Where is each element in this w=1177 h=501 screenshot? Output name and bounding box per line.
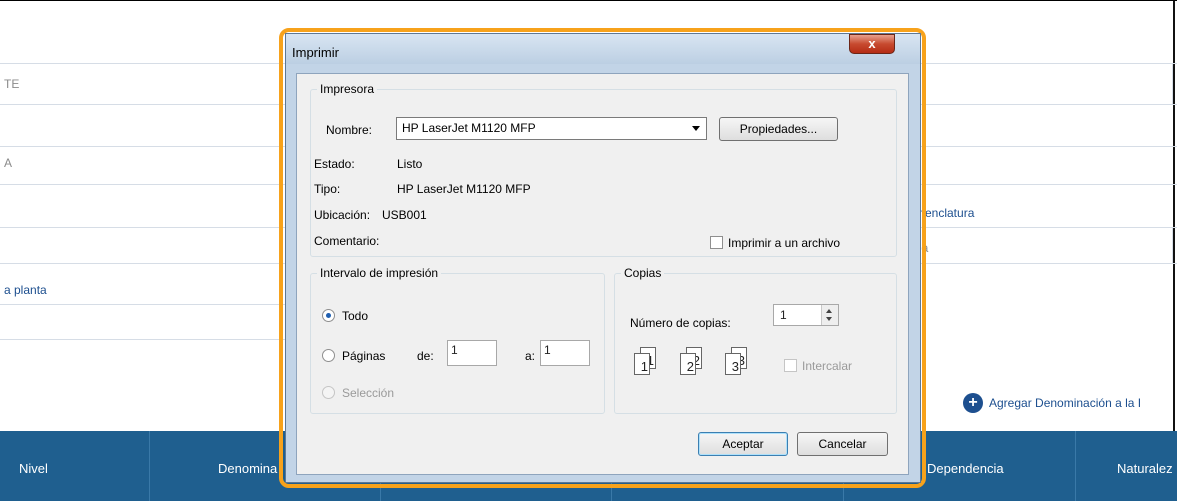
- add-denomination-label: Agregar Denominación a la I: [989, 396, 1142, 410]
- dialog-titlebar[interactable]: Imprimir x: [286, 34, 920, 64]
- range-pages-radio[interactable]: [322, 349, 335, 362]
- collate-page: 1: [634, 353, 650, 375]
- print-to-file-label[interactable]: Imprimir a un archivo: [728, 236, 840, 250]
- close-button[interactable]: x: [849, 34, 895, 54]
- print-to-file-checkbox[interactable]: [710, 236, 723, 249]
- copies-legend: Copias: [624, 266, 662, 280]
- dialog-title: Imprimir: [292, 45, 339, 60]
- column-header-dependencia[interactable]: Dependencia: [927, 461, 1004, 476]
- background-field-label: a planta: [4, 283, 47, 297]
- form-divider: [0, 263, 300, 264]
- column-header-denominacion[interactable]: Denomina: [218, 461, 277, 476]
- form-divider: [0, 304, 300, 305]
- field-border: [1172, 63, 1173, 105]
- copies-count-input[interactable]: 1: [773, 304, 839, 326]
- status-label: Estado:: [314, 157, 355, 171]
- dialog-body: Impresora Nombre: HP LaserJet M1120 MFP …: [296, 73, 909, 475]
- form-divider: [0, 339, 300, 340]
- location-label: Ubicación:: [314, 208, 371, 222]
- range-to-label: a:: [525, 349, 536, 363]
- spin-up-icon: [826, 309, 832, 313]
- form-divider: [905, 227, 1177, 228]
- collate-page: 3: [725, 353, 741, 375]
- spin-down-icon: [826, 317, 832, 321]
- range-to-input[interactable]: 1: [540, 340, 590, 366]
- ok-button[interactable]: Aceptar: [698, 432, 788, 456]
- background-field-text[interactable]: TE: [4, 77, 19, 91]
- plus-circle-icon: +: [963, 393, 983, 413]
- column-separator: [149, 431, 150, 501]
- range-all-radio[interactable]: [322, 309, 335, 322]
- status-value: Listo: [397, 157, 423, 171]
- collate-label[interactable]: Intercalar: [802, 359, 852, 373]
- comment-label: Comentario:: [314, 234, 380, 248]
- chevron-down-icon: [692, 126, 700, 131]
- range-from-input[interactable]: 1: [447, 340, 497, 366]
- range-selection-radio[interactable]: [322, 386, 335, 399]
- copies-count-label: Número de copias:: [630, 316, 731, 330]
- add-denomination-link[interactable]: + Agregar Denominación a la I: [963, 393, 1141, 413]
- range-all-label[interactable]: Todo: [342, 309, 368, 323]
- column-separator: [1075, 431, 1076, 501]
- range-selection-label[interactable]: Selección: [342, 386, 394, 400]
- printer-name-select[interactable]: HP LaserJet M1120 MFP: [396, 117, 707, 140]
- collate-page: 2: [680, 353, 696, 375]
- printer-group-legend: Impresora: [320, 82, 375, 96]
- close-icon: x: [868, 36, 876, 51]
- printer-name-value: HP LaserJet M1120 MFP: [402, 121, 536, 135]
- print-dialog: Imprimir x Impresora Nombre: HP LaserJet…: [285, 33, 921, 483]
- field-border: [1172, 227, 1173, 264]
- spin-buttons[interactable]: [821, 305, 838, 325]
- form-divider: [0, 227, 300, 228]
- range-pages-label[interactable]: Páginas: [342, 349, 385, 363]
- range-from-label: de:: [417, 349, 434, 363]
- properties-button[interactable]: Propiedades...: [719, 117, 838, 141]
- column-header-nivel[interactable]: Nivel: [19, 461, 48, 476]
- column-header-naturaleza[interactable]: Naturalez: [1117, 461, 1173, 476]
- copies-group: Copias: [614, 266, 897, 414]
- location-value: USB001: [382, 208, 427, 222]
- collate-checkbox[interactable]: [784, 359, 797, 372]
- copies-count-value: 1: [780, 308, 787, 322]
- print-range-legend: Intervalo de impresión: [320, 266, 439, 280]
- cancel-button[interactable]: Cancelar: [797, 432, 888, 456]
- background-field-text[interactable]: A: [4, 156, 12, 170]
- form-divider: [905, 263, 1177, 264]
- type-value: HP LaserJet M1120 MFP: [397, 182, 531, 196]
- type-label: Tipo:: [314, 182, 341, 196]
- printer-name-label: Nombre:: [326, 123, 373, 137]
